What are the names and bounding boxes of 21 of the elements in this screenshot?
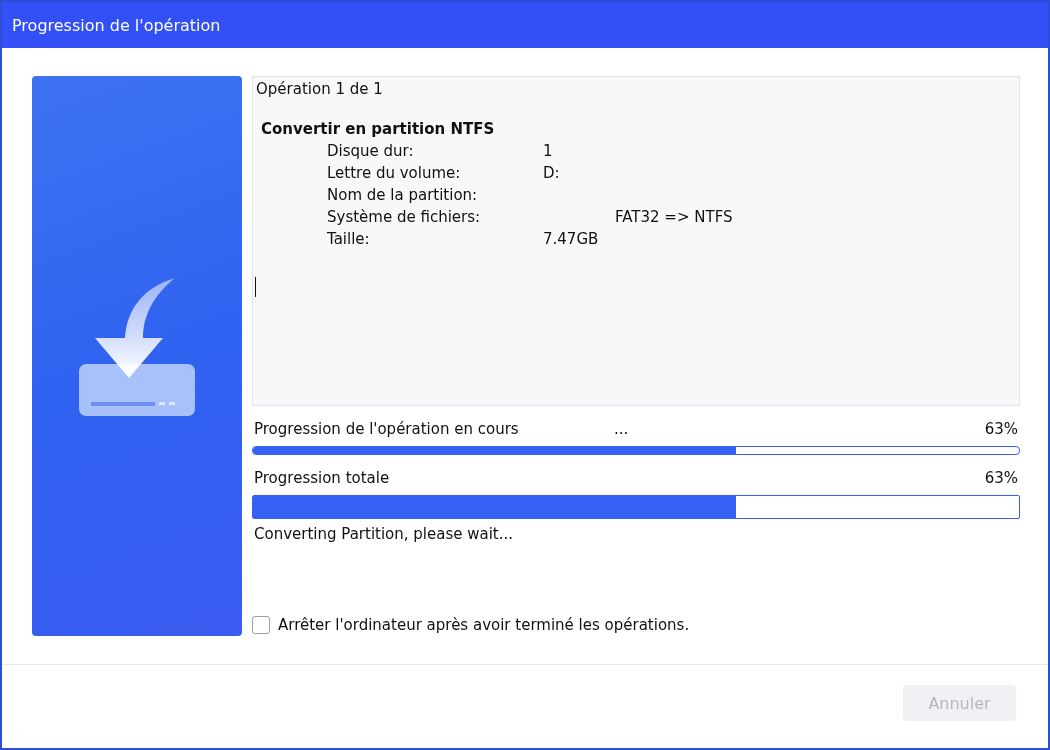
text-cursor bbox=[255, 277, 256, 297]
progress-percent: 63% bbox=[984, 420, 1018, 438]
detail-label: Nom de la partition: bbox=[327, 185, 479, 206]
progress-label: Progression de l'opération en cours bbox=[254, 420, 520, 438]
detail-value: FAT32 => NTFS bbox=[615, 208, 733, 226]
detail-value: D: bbox=[543, 164, 560, 182]
operation-name: Convertir en partition NTFS bbox=[261, 119, 496, 140]
operation-counter: Opération 1 de 1 bbox=[256, 80, 384, 98]
detail-value: 7.47GB bbox=[543, 230, 599, 248]
detail-label: Système de fichiers: bbox=[327, 207, 482, 228]
window-title: Progression de l'opération bbox=[12, 15, 221, 35]
progress-ellipsis: ... bbox=[614, 420, 630, 438]
detail-label: Lettre du volume: bbox=[327, 163, 462, 184]
status-message: Converting Partition, please wait... bbox=[253, 525, 515, 543]
checkbox-label[interactable]: Arrêter l'ordinateur après avoir terminé les opérations. bbox=[278, 616, 690, 634]
detail-label: Disque dur: bbox=[327, 141, 415, 162]
progress-label: Progression totale bbox=[254, 469, 391, 487]
checkbox[interactable] bbox=[252, 616, 270, 634]
progress-percent: 63% bbox=[984, 469, 1018, 487]
detail-label: Taille: bbox=[327, 229, 371, 250]
detail-value: 1 bbox=[543, 142, 553, 160]
